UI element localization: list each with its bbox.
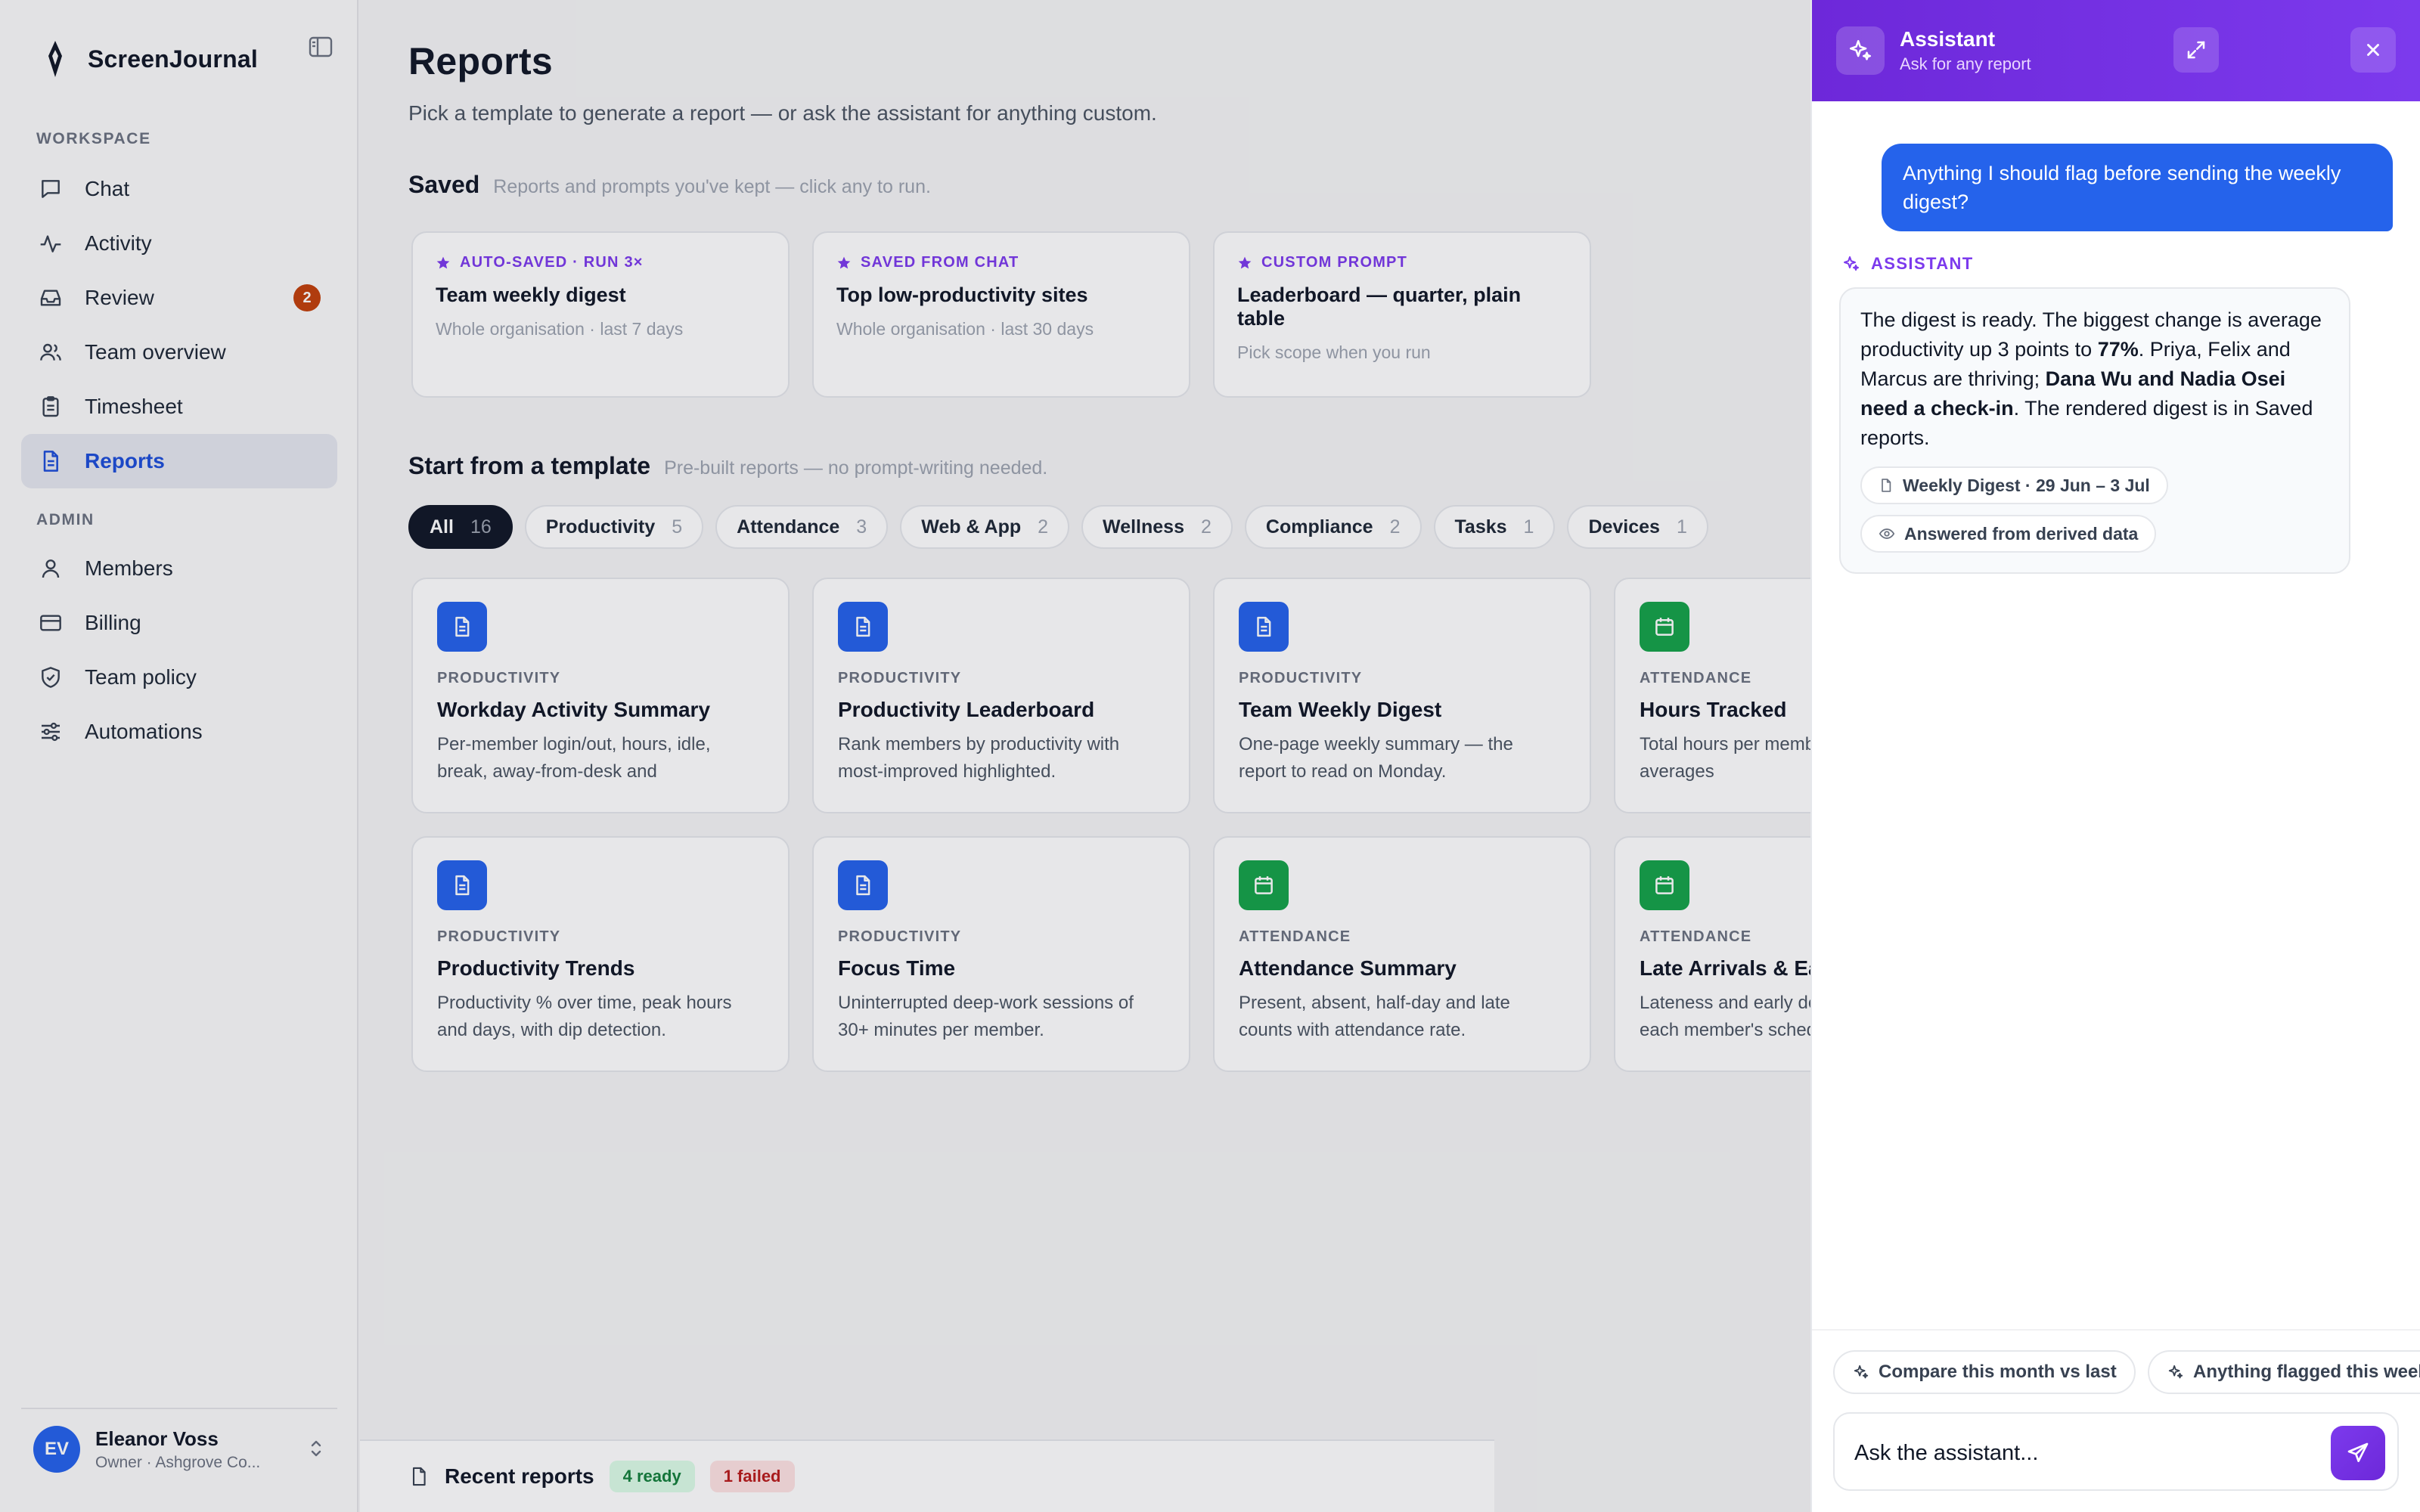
expand-icon — [2185, 39, 2207, 61]
close-icon — [2363, 40, 2383, 60]
assistant-panel: Assistant Ask for any report Anything I … — [1810, 0, 2420, 1512]
source-chip-label: Weekly Digest · 29 Jun – 3 Jul — [1903, 475, 2150, 495]
assistant-message: The digest is ready. The biggest change … — [1839, 287, 2350, 574]
composer-area: Compare this month vs last Anything flag… — [1812, 1329, 2420, 1512]
assistant-message-label: ASSISTANT — [1842, 254, 1974, 274]
assistant-subtitle: Ask for any report — [1900, 54, 2031, 73]
send-icon — [2346, 1441, 2370, 1465]
source-chip-label: Answered from derived data — [1904, 523, 2139, 544]
suggestion-label: Anything flagged this week — [2193, 1362, 2420, 1382]
user-message: Anything I should flag before sending th… — [1882, 144, 2393, 231]
sparkle-icon — [1842, 255, 1860, 273]
assistant-title: Assistant — [1900, 27, 1996, 51]
send-button[interactable] — [2331, 1426, 2385, 1480]
close-button[interactable] — [2350, 27, 2396, 73]
suggestion-chip[interactable]: Compare this month vs last — [1833, 1350, 2136, 1394]
assistant-header: Assistant Ask for any report — [1812, 0, 2420, 101]
assistant-input[interactable] — [1854, 1435, 2323, 1471]
composer — [1833, 1412, 2399, 1491]
suggestion-label: Compare this month vs last — [1879, 1362, 2117, 1382]
sparkle-icon — [1836, 26, 1885, 75]
assistant-reply-text: The digest is ready. The biggest change … — [1860, 305, 2329, 453]
reply-highlight: 77% — [2097, 338, 2139, 361]
expand-button[interactable] — [2173, 27, 2219, 73]
source-chip-derived-data[interactable]: Answered from derived data — [1860, 515, 2157, 553]
eye-icon — [1879, 525, 1895, 542]
sparkle-icon — [2167, 1364, 2184, 1380]
panel-backdrop[interactable] — [0, 0, 1810, 1512]
sparkle-icon — [1853, 1364, 1869, 1380]
assistant-label-text: ASSISTANT — [1871, 254, 1974, 273]
suggestion-chip[interactable]: Anything flagged this week — [2148, 1350, 2420, 1394]
source-chip-weekly-digest[interactable]: Weekly Digest · 29 Jun – 3 Jul — [1860, 466, 2168, 504]
file-icon — [1879, 477, 1894, 494]
